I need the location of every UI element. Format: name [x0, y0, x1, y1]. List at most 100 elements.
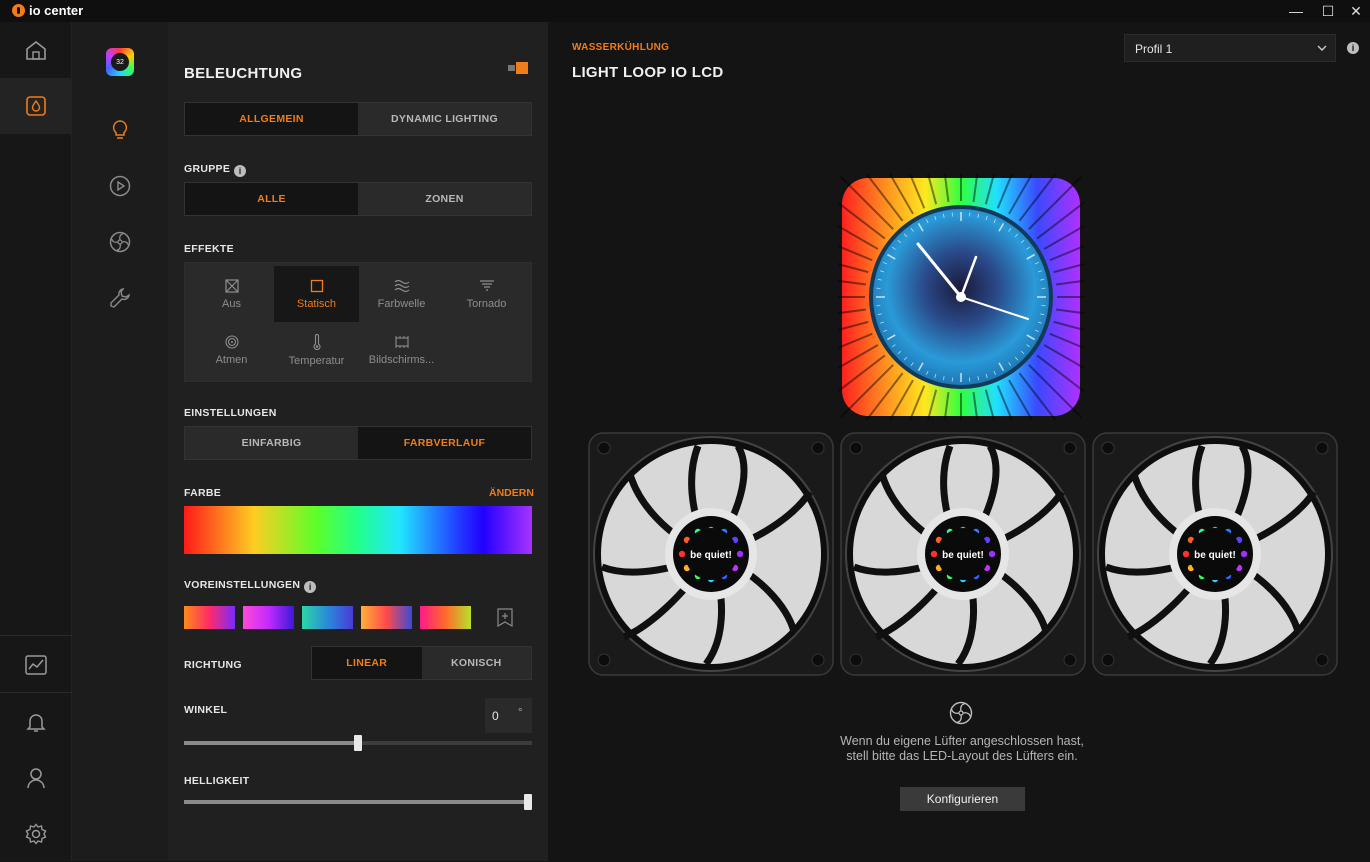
chevron-down-icon [1317, 45, 1327, 52]
nav-separator [0, 635, 72, 636]
device-subnav: 32 [72, 22, 168, 861]
angle-slider-thumb[interactable] [354, 735, 362, 751]
subnav-display[interactable] [100, 166, 140, 206]
tab-dynamic-lighting[interactable]: DYNAMIC LIGHTING [358, 103, 531, 135]
direction-linear[interactable]: LINEAR [312, 647, 422, 679]
panel-title: BELEUCHTUNG [184, 65, 302, 82]
layout-toggle-icon[interactable] [508, 62, 528, 74]
preset-swatch[interactable] [302, 606, 353, 629]
fan-icon [949, 701, 973, 725]
presets-label-text: VOREINSTELLUNGEN [184, 579, 300, 591]
screen-sync-icon [394, 335, 410, 349]
group-option-alle[interactable]: ALLE [185, 183, 358, 215]
angle-slider[interactable] [184, 741, 532, 745]
group-option-zonen[interactable]: ZONEN [358, 183, 531, 215]
group-label-text: GRUPPE [184, 163, 230, 175]
device-screen: 32 [111, 53, 129, 71]
effect-label: Tornado [467, 298, 507, 310]
angle-slider-fill [184, 741, 358, 745]
close-button[interactable]: ✕ [1340, 0, 1370, 22]
brightness-slider-thumb[interactable] [524, 794, 532, 810]
angle-input[interactable]: 0 ° [485, 698, 532, 733]
nav-settings[interactable] [0, 806, 72, 862]
io-logo-icon [12, 4, 25, 17]
lighting-tabs: ALLGEMEIN DYNAMIC LIGHTING [184, 102, 532, 136]
device-image: 32 [106, 48, 134, 76]
brightness-label: HELLIGKEIT [184, 775, 249, 787]
thermometer-icon [312, 334, 322, 350]
home-icon [25, 40, 47, 60]
app-name: io center [29, 3, 83, 18]
option-einfarbig[interactable]: EINFARBIG [185, 427, 358, 459]
nav-home[interactable] [0, 22, 72, 78]
presets-label: VOREINSTELLUNGEN i [184, 579, 316, 593]
info-icon[interactable]: i [1347, 42, 1359, 54]
app-logo: io center [12, 3, 83, 18]
effect-aus[interactable]: Aus [189, 266, 274, 322]
effect-label: Farbwelle [378, 298, 426, 310]
tornado-icon [479, 279, 495, 293]
lighting-panel: BELEUCHTUNG ALLGEMEIN DYNAMIC LIGHTING G… [168, 22, 548, 861]
effect-label: Aus [222, 298, 241, 310]
effects-grid: Aus Statisch Farbwelle Tornado Atmen Tem… [184, 262, 532, 382]
water-drop-icon [25, 95, 47, 117]
effect-label: Bildschirms... [369, 354, 434, 366]
preset-swatch[interactable] [184, 606, 235, 629]
profile-selected: Profil 1 [1135, 42, 1172, 56]
fan-layout-hint: Wenn du eigene Lüfter angeschlossen hast… [838, 734, 1086, 764]
nav-separator [0, 692, 72, 693]
nav-cooling[interactable] [0, 78, 72, 134]
fan-image[interactable] [840, 432, 1086, 676]
fan-image[interactable] [588, 432, 834, 676]
effect-tornado[interactable]: Tornado [444, 266, 529, 322]
effect-statisch[interactable]: Statisch [274, 266, 359, 322]
effect-farbwelle[interactable]: Farbwelle [359, 266, 444, 322]
nav-monitoring[interactable] [0, 637, 72, 693]
effect-atmen[interactable]: Atmen [189, 322, 274, 378]
gradient-preview[interactable] [184, 506, 532, 554]
profile-select[interactable]: Profil 1 [1124, 34, 1336, 62]
off-icon [225, 279, 239, 293]
add-preset-icon[interactable] [497, 608, 513, 627]
subnav-tools[interactable] [100, 278, 140, 318]
preset-swatch[interactable] [361, 606, 412, 629]
group-label: GRUPPE i [184, 163, 246, 177]
fan-image[interactable] [1092, 432, 1338, 676]
settings-label: EINSTELLUNGEN [184, 407, 277, 419]
nav-account[interactable] [0, 750, 72, 806]
effect-label: Atmen [216, 354, 248, 366]
brightness-slider[interactable] [184, 800, 532, 804]
bell-icon [26, 711, 46, 733]
effect-temperatur[interactable]: Temperatur [274, 322, 359, 378]
effect-label: Statisch [297, 298, 336, 310]
info-icon[interactable]: i [234, 165, 246, 177]
minimize-button[interactable]: — [1280, 0, 1312, 22]
breathing-icon [225, 335, 239, 349]
wrench-icon [109, 287, 131, 309]
device-category: WASSERKÜHLUNG [572, 42, 669, 53]
change-color-link[interactable]: ÄNDERN [489, 487, 534, 499]
effect-bildschirm[interactable]: Bildschirms... [359, 322, 444, 378]
configure-button[interactable]: Konfigurieren [900, 787, 1025, 811]
nav-rail [0, 22, 72, 861]
angle-value: 0 [492, 709, 499, 723]
chart-icon [25, 655, 47, 675]
fan-icon [109, 231, 131, 253]
device-title: LIGHT LOOP IO LCD [572, 64, 724, 81]
preset-swatch[interactable] [243, 606, 294, 629]
nav-notifications[interactable] [0, 694, 72, 750]
tab-allgemein[interactable]: ALLGEMEIN [185, 103, 358, 135]
subnav-fans[interactable] [100, 222, 140, 262]
info-icon[interactable]: i [304, 581, 316, 593]
subnav-lighting[interactable] [100, 110, 140, 150]
play-circle-icon [109, 175, 131, 197]
device-thumbnail[interactable]: 32 [100, 42, 140, 82]
option-farbverlauf[interactable]: FARBVERLAUF [358, 427, 531, 459]
preset-swatch[interactable] [420, 606, 471, 629]
effects-label: EFFEKTE [184, 243, 234, 255]
angle-unit: ° [518, 707, 522, 719]
direction-konisch[interactable]: KONISCH [422, 647, 532, 679]
pump-head-image[interactable] [838, 174, 1084, 420]
color-label: FARBE [184, 487, 221, 499]
direction-label: RICHTUNG [184, 659, 242, 671]
